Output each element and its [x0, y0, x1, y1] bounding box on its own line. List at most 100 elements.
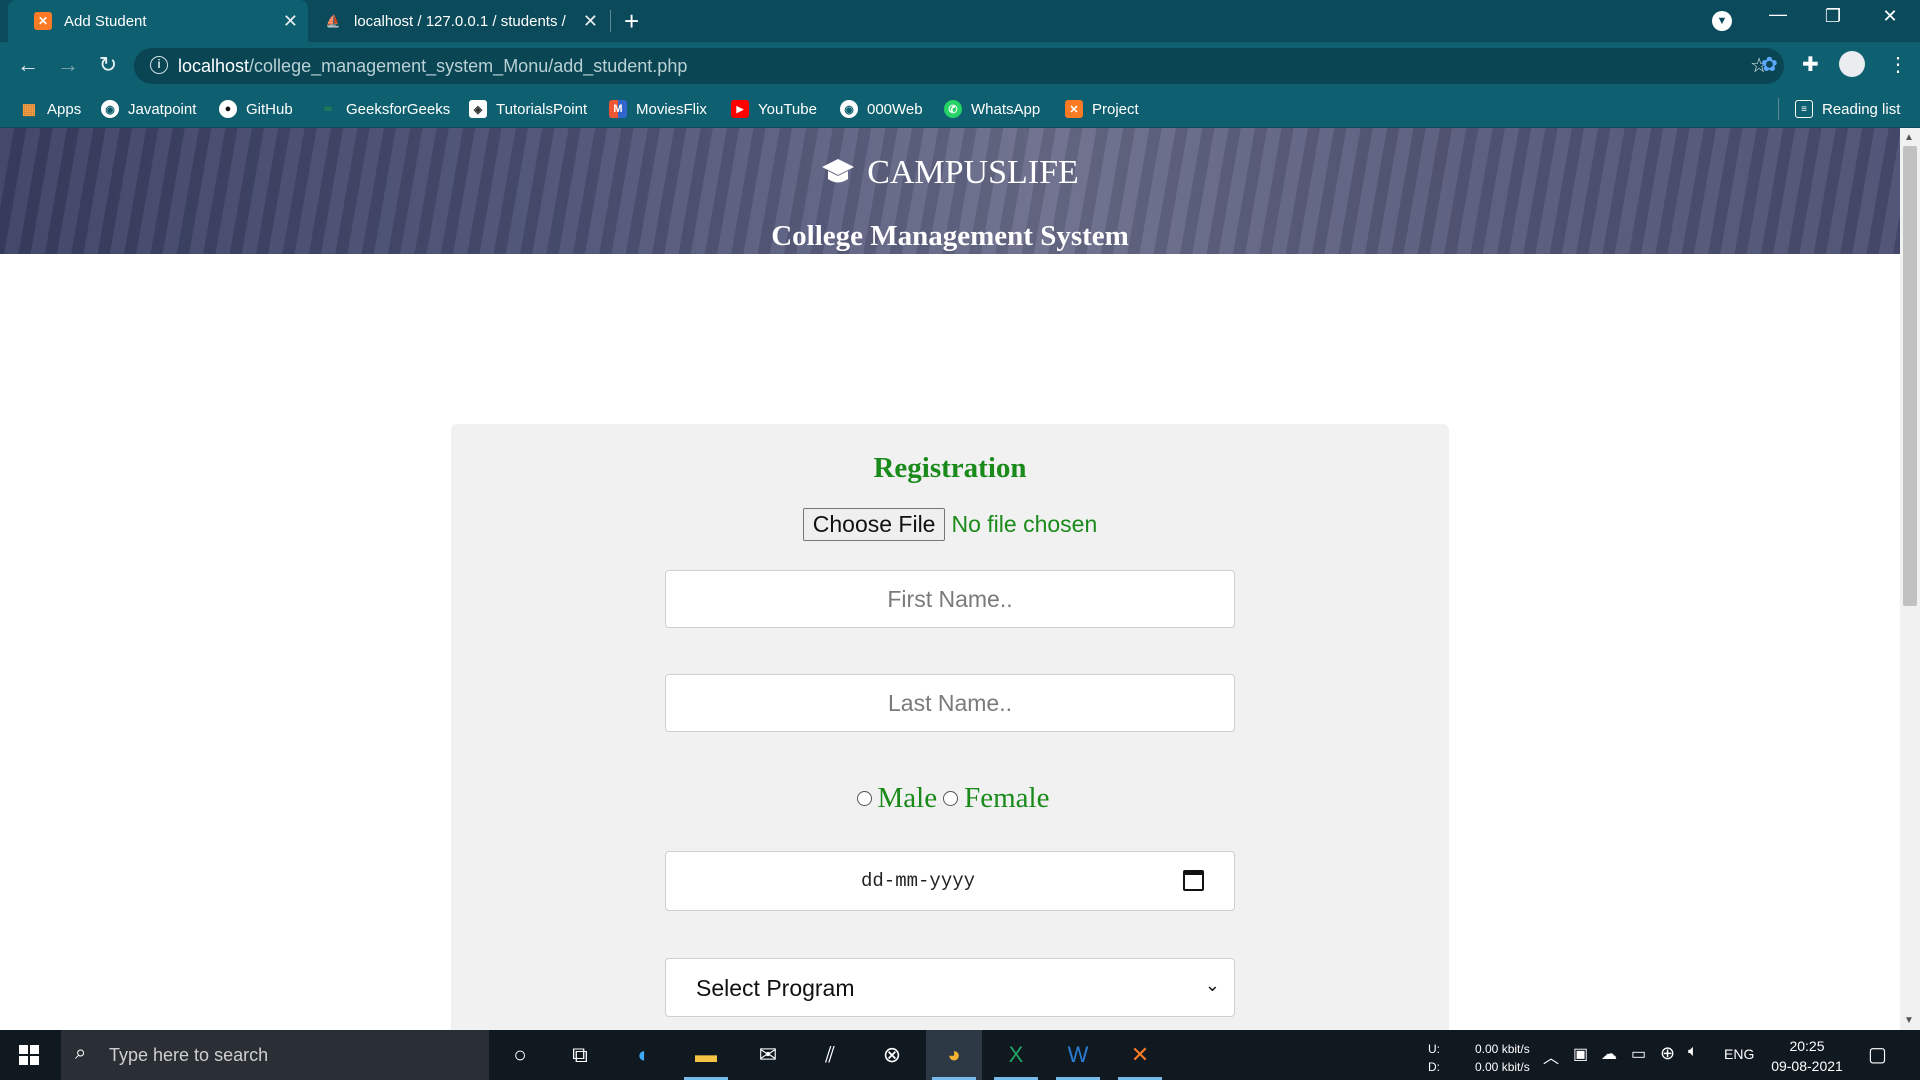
whatsapp-icon: ✆ — [944, 100, 962, 118]
word-icon[interactable]: W — [1050, 1030, 1106, 1080]
bookmark-geeksforgeeks[interactable]: ∞ GeeksforGeeks — [319, 90, 450, 128]
bookmark-tutorialspoint[interactable]: ◈ TutorialsPoint — [469, 90, 587, 128]
date-placeholder: dd-mm-yyyy — [861, 870, 976, 892]
chevron-down-icon: ⌄ — [1204, 975, 1220, 995]
first-name-input[interactable]: First Name.. — [665, 570, 1235, 628]
clock-time: 20:25 — [1789, 1038, 1825, 1054]
network-globe-icon[interactable]: ⊕ — [1660, 1043, 1675, 1064]
program-select[interactable]: Select Program ⌄ — [665, 958, 1235, 1017]
phpmyadmin-icon: ⛵ — [325, 14, 341, 28]
excel-icon[interactable]: X — [988, 1030, 1044, 1080]
site-info-icon[interactable]: i — [150, 56, 168, 74]
calendar-icon[interactable] — [1183, 870, 1204, 891]
choose-file-button[interactable]: Choose File — [802, 508, 946, 541]
male-label: Male — [877, 782, 938, 814]
battery-icon[interactable]: ▭ — [1631, 1044, 1646, 1064]
tab-divider — [610, 10, 611, 32]
bookmark-youtube[interactable]: ▶ YouTube — [731, 90, 817, 128]
scrollbar-thumb[interactable] — [1903, 146, 1917, 606]
bookmarks-bar: ▦ Apps ◉ Javatpoint ● GitHub ∞ GeeksforG… — [0, 90, 1920, 128]
xampp-icon: ✕ — [34, 12, 52, 30]
file-status: No file chosen — [951, 511, 1098, 537]
xampp-icon: ✕ — [1065, 100, 1083, 118]
net-speed: 0.00 kbit/s 0.00 kbit/s — [1475, 1040, 1530, 1076]
female-radio[interactable] — [943, 791, 959, 806]
volume-icon[interactable]: 🔈︎ — [1688, 1043, 1698, 1061]
close-window-icon[interactable]: ✕ — [1870, 6, 1910, 27]
tab-search-icon[interactable]: ▼ — [1712, 11, 1732, 31]
cortana-icon[interactable]: ○ — [492, 1030, 548, 1080]
profile-avatar[interactable] — [1839, 51, 1865, 77]
notifications-icon[interactable]: ▢ — [1868, 1042, 1887, 1067]
moviesflix-icon: M — [609, 100, 627, 118]
back-icon[interactable]: ← — [13, 52, 43, 78]
taskbar-search[interactable]: ⌕ Type here to search — [61, 1030, 489, 1080]
close-tab-icon[interactable]: ✕ — [283, 11, 298, 32]
globe-icon: ◉ — [840, 100, 858, 118]
last-name-input[interactable]: Last Name.. — [665, 674, 1235, 732]
page-scrollbar[interactable]: ▲ ▼ — [1900, 128, 1920, 1030]
reload-icon[interactable]: ↻ — [93, 52, 123, 78]
bookmark-apps[interactable]: ▦ Apps — [20, 90, 81, 128]
app-icon[interactable]: ⫽ — [802, 1030, 858, 1080]
tab-add-student[interactable]: ✕ Add Student ✕ — [8, 0, 308, 42]
address-bar[interactable]: i localhost/college_management_system_Mo… — [134, 48, 1784, 84]
windows-taskbar: ⌕ Type here to search ○ ⧉ ◐ ▬ ✉ ⫽ ⊗ ◕ X … — [0, 1030, 1920, 1080]
net-up-label: U: — [1428, 1042, 1440, 1056]
mail-icon[interactable]: ✉ — [740, 1030, 796, 1080]
bookmark-000web[interactable]: ◉ 000Web — [840, 90, 923, 128]
bookmark-project[interactable]: ✕ Project — [1065, 90, 1139, 128]
restore-icon[interactable]: ❐ — [1813, 6, 1853, 27]
browser-menu-icon[interactable]: ⋮ — [1888, 52, 1908, 77]
photo-upload: Choose File No file chosen — [451, 508, 1449, 541]
clock[interactable]: 20:25 09-08-2021 — [1767, 1036, 1847, 1076]
youtube-icon: ▶ — [731, 100, 749, 118]
start-button[interactable] — [0, 1030, 58, 1080]
minimize-icon[interactable]: — — [1758, 4, 1798, 25]
scroll-down-icon[interactable]: ▼ — [1904, 1015, 1914, 1026]
reading-list-icon: ≡ — [1795, 100, 1813, 118]
close-tab-icon[interactable]: ✕ — [583, 11, 598, 32]
bookmark-whatsapp[interactable]: ✆ WhatsApp — [944, 90, 1040, 128]
file-explorer-icon[interactable]: ▬ — [678, 1030, 734, 1080]
search-icon: ⌕ — [75, 1042, 87, 1064]
language-indicator[interactable]: ENG — [1724, 1046, 1754, 1062]
program-selected: Select Program — [696, 975, 855, 1001]
extension-icon[interactable]: ✿ — [1761, 52, 1778, 77]
browser-toolbar: ← → ↻ i localhost/college_management_sys… — [0, 42, 1920, 90]
globe-icon: ◉ — [101, 100, 119, 118]
net-down-label: D: — [1428, 1060, 1440, 1074]
extensions-puzzle-icon[interactable]: ✚ — [1802, 52, 1819, 77]
bookmark-github[interactable]: ● GitHub — [219, 90, 293, 128]
forward-icon[interactable]: → — [53, 52, 83, 78]
bookmarks-divider — [1778, 98, 1779, 120]
scroll-up-icon[interactable]: ▲ — [1904, 132, 1914, 143]
site-brand[interactable]: CAMPUSLIFE — [0, 154, 1900, 196]
tray-cloud-icon[interactable]: ☁ — [1601, 1044, 1617, 1064]
geeksforgeeks-icon: ∞ — [324, 103, 332, 115]
edge-icon[interactable]: ◐ — [616, 1030, 672, 1080]
gender-group: Male Female — [451, 782, 1449, 815]
site-subtitle: College Management System — [771, 220, 1129, 252]
reading-list[interactable]: ≡ Reading list — [1795, 90, 1900, 128]
github-icon: ● — [219, 100, 237, 118]
task-view-icon[interactable]: ⧉ — [552, 1030, 608, 1080]
windows-icon — [19, 1045, 39, 1065]
tab-title: Add Student — [64, 12, 147, 30]
tab-title: localhost / 127.0.0.1 / students / — [354, 12, 566, 30]
male-radio[interactable] — [856, 791, 872, 806]
apps-grid-icon: ▦ — [21, 101, 37, 118]
xampp-icon[interactable]: ✕ — [1112, 1030, 1168, 1080]
tab-phpmyadmin[interactable]: ⛵ localhost / 127.0.0.1 / students / ✕ — [308, 0, 608, 42]
browser-tab-strip: ✕ Add Student ✕ ⛵ localhost / 127.0.0.1 … — [0, 0, 1920, 42]
new-tab-icon[interactable]: + — [624, 6, 639, 37]
bookmark-javatpoint[interactable]: ◉ Javatpoint — [101, 90, 196, 128]
tray-chevron-up-icon[interactable]: ︿ — [1543, 1044, 1559, 1068]
xbox-icon[interactable]: ⊗ — [864, 1030, 920, 1080]
tutorialspoint-icon: ◈ — [469, 100, 487, 118]
bookmark-moviesflix[interactable]: M MoviesFlix — [609, 90, 707, 128]
date-of-birth-input[interactable]: dd-mm-yyyy — [665, 851, 1235, 911]
net-labels: U: D: — [1428, 1040, 1440, 1076]
tray-device-icon[interactable]: ▣ — [1573, 1044, 1588, 1064]
chrome-icon[interactable]: ◕ — [926, 1030, 982, 1080]
